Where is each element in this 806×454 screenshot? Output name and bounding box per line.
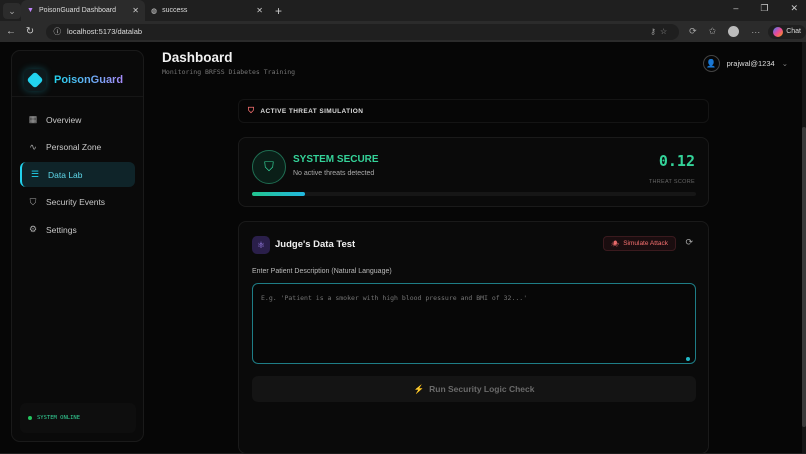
patient-description-input[interactable]	[252, 283, 696, 364]
close-tab-icon[interactable]: ✕	[256, 6, 263, 15]
favorite-icon[interactable]: ⚷☆	[650, 27, 671, 36]
sidebar-item-settings[interactable]: ⚙ Settings	[20, 217, 135, 242]
shield-icon: ⛉	[248, 106, 255, 115]
restore-icon[interactable]: ❐	[760, 3, 768, 14]
brand[interactable]: PoisonGuard	[12, 51, 143, 97]
url-input[interactable]: ⓘ localhost:5173/datalab ⚷☆	[45, 23, 680, 40]
sidebar-item-security-events[interactable]: ⛉ Security Events	[20, 190, 135, 215]
shield-alert-icon: ⛉	[29, 196, 37, 207]
app: PoisonGuard ▦ Overview ∿ Personal Zone ☰ Da…	[0, 42, 802, 454]
sidebar: PoisonGuard ▦ Overview ∿ Personal Zone ☰ Da…	[11, 50, 144, 442]
favicon-icon: ▼	[27, 7, 34, 14]
profile-avatar[interactable]	[728, 26, 740, 37]
close-tab-icon[interactable]: ✕	[132, 6, 139, 15]
status-dot-icon	[28, 416, 32, 420]
sidebar-item-personal-zone[interactable]: ∿ Personal Zone	[20, 135, 135, 160]
more-icon[interactable]: ···	[751, 27, 760, 37]
refresh-icon[interactable]: ⟳	[685, 237, 693, 248]
threat-simulation-banner: ⛉ ACTIVE THREAT SIMULATION	[238, 99, 709, 123]
threat-score: 0.12 THREAT SCORE	[648, 152, 695, 185]
browser-tab-success[interactable]: ◍ success ✕	[145, 0, 269, 21]
address-bar-row: ← ↻ ⓘ localhost:5173/datalab ⚷☆ ⟳ ✩ ··· …	[0, 21, 806, 42]
page-subtitle: Monitoring BRFSS Diabetes Training	[162, 68, 296, 76]
minimize-icon[interactable]: –	[733, 3, 738, 14]
browser-tab-poisonguard[interactable]: ▼ PoisonGuard Dashboard ✕	[21, 0, 145, 21]
tab-list-button[interactable]: ⌄	[3, 2, 21, 19]
favorites-icon[interactable]: ✩	[709, 26, 717, 37]
page-header: Dashboard Monitoring BRFSS Diabetes Trai…	[162, 50, 295, 76]
user-icon: 👤	[702, 55, 720, 72]
data-test-card: ⚛ Judge's Data Test 🕷 Simulate Attack ⟳ E…	[238, 221, 709, 454]
logo-icon	[24, 69, 46, 91]
lightning-icon: ⚡	[413, 383, 425, 394]
atom-icon: ⚛	[252, 236, 270, 254]
resize-handle[interactable]	[686, 357, 690, 361]
system-status: SYSTEM ONLINE	[20, 403, 136, 433]
user-menu[interactable]: 👤 prajwal@1234 ⌄	[702, 55, 788, 72]
new-tab-button[interactable]: +	[275, 4, 282, 18]
simulate-attack-button[interactable]: 🕷 Simulate Attack	[602, 236, 676, 251]
threat-score-bar-fill	[252, 192, 306, 196]
info-icon: ⓘ	[53, 27, 62, 36]
bug-icon: 🕷	[610, 240, 620, 248]
back-icon[interactable]: ←	[6, 26, 20, 37]
activity-icon: ∿	[29, 141, 37, 152]
copilot-icon	[773, 26, 784, 37]
page-title: Dashboard	[162, 50, 233, 65]
scrollbar[interactable]	[802, 42, 806, 453]
shield-check-icon: ⛉	[252, 150, 286, 184]
system-status-card: ⛉ SYSTEM SECURE No active threats detect…	[238, 137, 709, 207]
reload-icon[interactable]: ↻	[26, 26, 40, 37]
chevron-down-icon: ⌄	[781, 59, 788, 68]
chat-button[interactable]: Chat	[768, 24, 806, 39]
extensions-icon[interactable]: ⟳	[689, 26, 697, 37]
threat-score-bar	[252, 192, 696, 196]
globe-icon: ◍	[151, 7, 158, 15]
grid-icon: ▦	[28, 114, 38, 124]
sidebar-item-overview[interactable]: ▦ Overview	[20, 107, 135, 132]
close-window-icon[interactable]: ✕	[790, 3, 798, 14]
run-security-check-button[interactable]: ⚡ Run Security Logic Check	[252, 376, 696, 402]
database-icon: ☰	[30, 169, 40, 179]
sidebar-item-data-lab[interactable]: ☰ Data Lab	[20, 162, 135, 187]
gear-icon: ⚙	[28, 224, 38, 234]
browser-tab-bar: ⌄ ▼ PoisonGuard Dashboard ✕ ◍ success ✕ …	[0, 0, 806, 21]
